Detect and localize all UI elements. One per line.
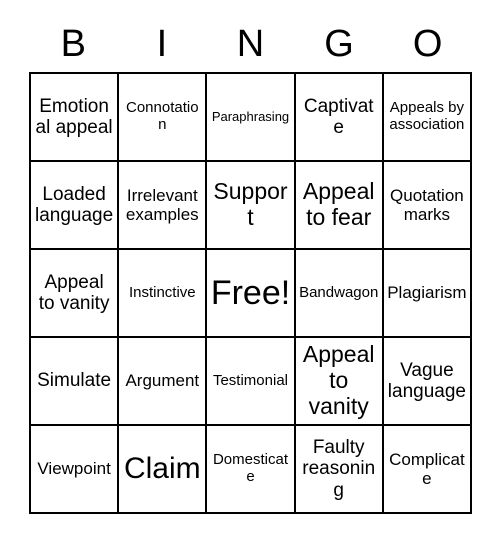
bingo-cell-label: Paraphrasing <box>211 108 290 124</box>
bingo-cell-label: Claim <box>123 452 201 486</box>
bingo-cell-r2c4[interactable]: Appeal to fear <box>295 162 384 250</box>
bingo-cell-label: Vague language <box>387 359 466 402</box>
bingo-cell-r3c4[interactable]: Bandwagon <box>295 250 384 338</box>
bingo-cell-label: Plagiarism <box>387 283 467 303</box>
bingo-cell-r5c2[interactable]: Claim <box>119 426 208 514</box>
bingo-header-letter-n: N <box>236 23 265 65</box>
bingo-cell-label: Argument <box>125 371 200 391</box>
bingo-header-letter-i: I <box>156 23 168 65</box>
bingo-cell-label: Bandwagon <box>299 283 379 301</box>
bingo-cell-label: Appeal to fear <box>302 178 375 230</box>
bingo-grid: Emotional appeal Connotation Paraphrasin… <box>29 72 472 514</box>
bingo-cell-r4c1[interactable]: Simulate <box>31 338 120 426</box>
bingo-cell-r4c2[interactable]: Argument <box>119 338 208 426</box>
bingo-cell-r4c3[interactable]: Testimonial <box>207 338 296 426</box>
bingo-header: B I N G O <box>29 16 472 72</box>
bingo-cell-label: Faulty reasoning <box>302 437 376 501</box>
bingo-cell-r5c3[interactable]: Domesticate <box>207 426 296 514</box>
bingo-cell-r3c2[interactable]: Instinctive <box>119 250 208 338</box>
bingo-cell-label: Appeal to vanity <box>302 341 375 419</box>
bingo-cell-label: Appeals by association <box>389 99 465 133</box>
bingo-cell-label: Connotation <box>126 99 199 133</box>
bingo-cell-r2c2[interactable]: Irrelevant examples <box>119 162 208 250</box>
bingo-card: B I N G O Emotional appeal Connotation P… <box>0 0 500 544</box>
bingo-cell-r1c2[interactable]: Connotation <box>119 74 208 162</box>
bingo-cell-r4c4[interactable]: Appeal to vanity <box>295 338 384 426</box>
bingo-cell-label: Support <box>213 178 288 230</box>
bingo-cell-label: Viewpoint <box>37 459 111 479</box>
bingo-cell-r1c4[interactable]: Captivate <box>295 74 384 162</box>
bingo-cell-r1c1[interactable]: Emotional appeal <box>31 74 120 162</box>
bingo-free-space-label: Free! <box>210 273 291 312</box>
bingo-cell-r4c5[interactable]: Vague language <box>383 338 472 426</box>
bingo-cell-label: Captivate <box>303 95 374 138</box>
bingo-cell-label: Domesticate <box>212 451 288 485</box>
bingo-header-letter-o: O <box>412 23 443 65</box>
bingo-cell-r5c1[interactable]: Viewpoint <box>31 426 120 514</box>
bingo-cell-r3c1[interactable]: Appeal to vanity <box>31 250 120 338</box>
bingo-cell-r2c5[interactable]: Quotation marks <box>383 162 472 250</box>
bingo-cell-label: Testimonial <box>212 371 288 389</box>
bingo-cell-r1c3[interactable]: Paraphrasing <box>207 74 296 162</box>
bingo-cell-free-space[interactable]: Free! <box>207 250 296 338</box>
bingo-cell-r5c5[interactable]: Complicate <box>383 426 472 514</box>
bingo-cell-label: Irrelevant examples <box>125 185 199 224</box>
bingo-cell-label: Loaded language <box>34 183 114 226</box>
bingo-cell-r3c5[interactable]: Plagiarism <box>383 250 472 338</box>
bingo-cell-label: Simulate <box>37 370 112 392</box>
bingo-cell-r1c5[interactable]: Appeals by association <box>383 74 472 162</box>
bingo-cell-r2c3[interactable]: Support <box>207 162 296 250</box>
bingo-cell-label: Appeal to vanity <box>38 271 110 314</box>
bingo-cell-r2c1[interactable]: Loaded language <box>31 162 120 250</box>
bingo-cell-label: Emotional appeal <box>35 95 113 138</box>
bingo-cell-r5c4[interactable]: Faulty reasoning <box>295 426 384 514</box>
bingo-header-letter-b: B <box>60 23 86 65</box>
bingo-cell-label: Instinctive <box>128 283 196 301</box>
bingo-cell-label: Complicate <box>389 449 465 488</box>
bingo-cell-label: Quotation marks <box>390 185 464 224</box>
bingo-header-letter-g: G <box>324 23 354 65</box>
